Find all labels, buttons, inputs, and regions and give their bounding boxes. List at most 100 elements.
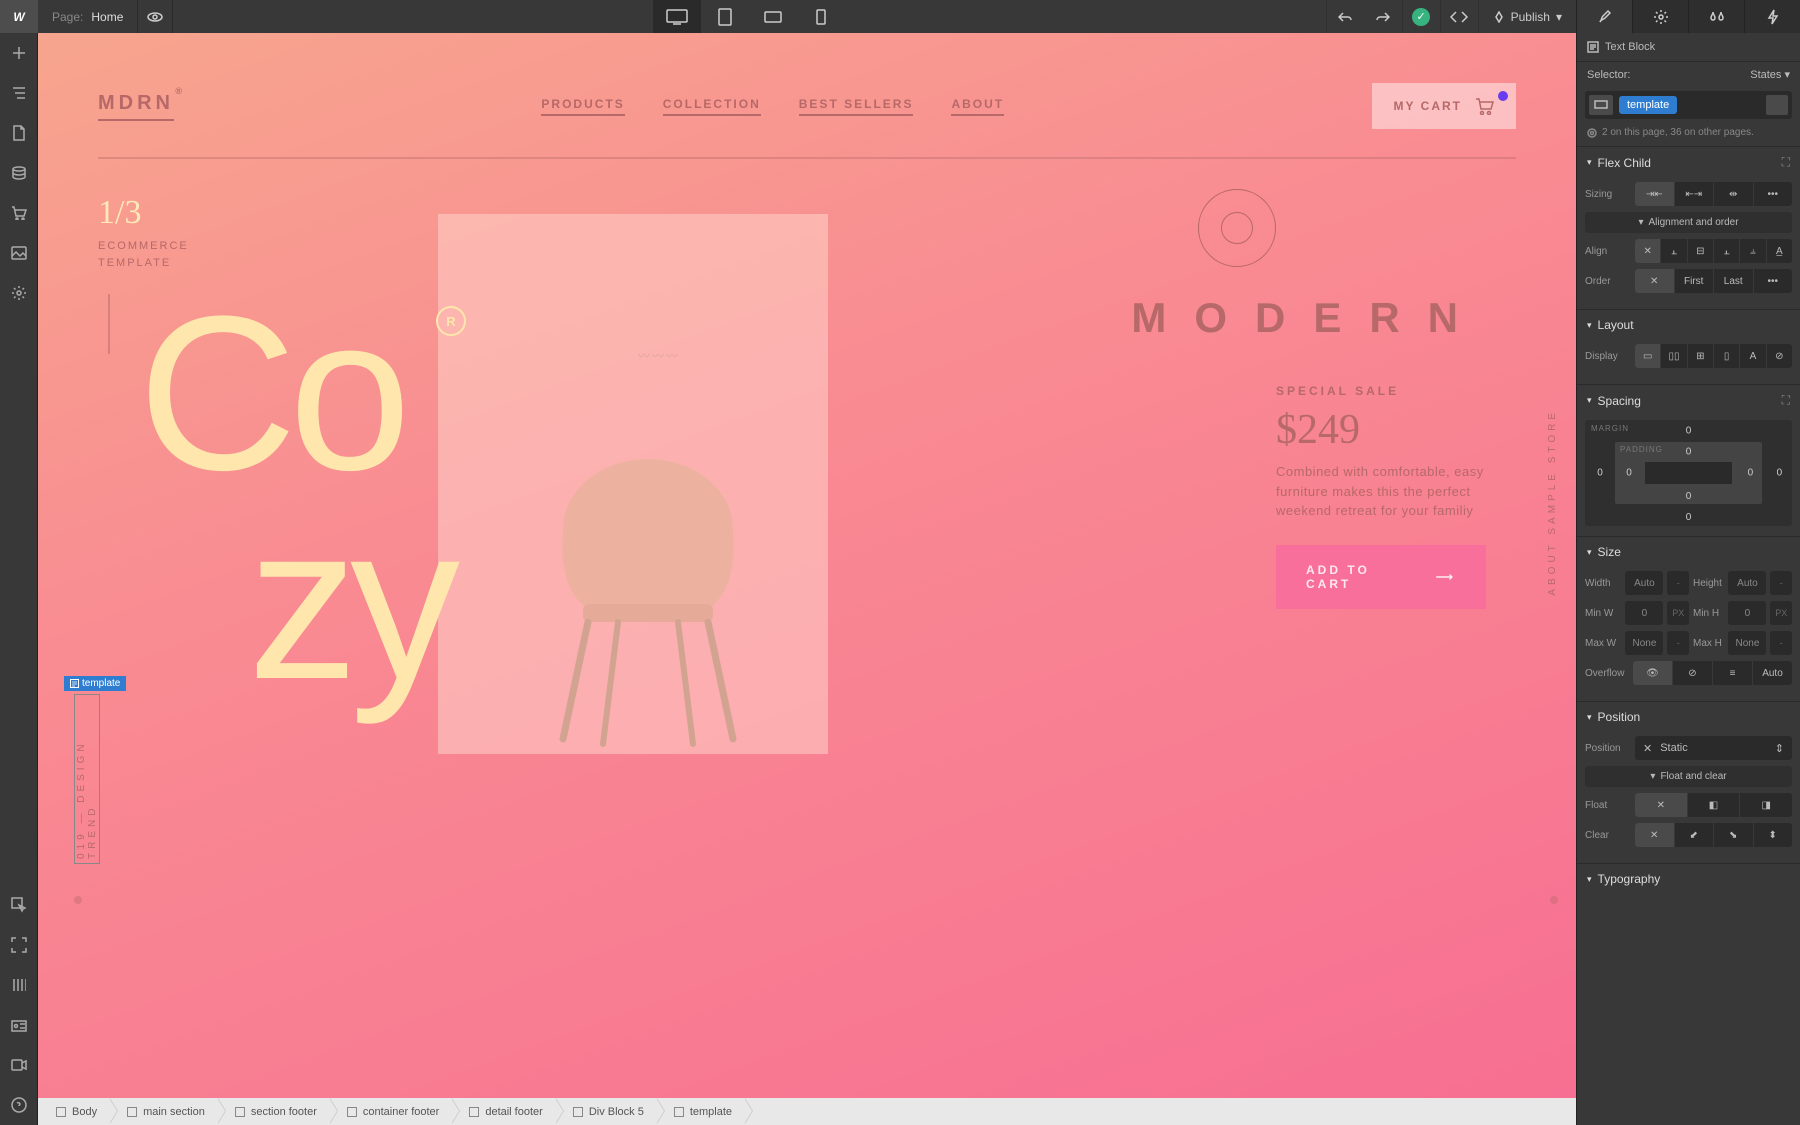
cart-button[interactable]: MY CART <box>1372 83 1516 129</box>
section-position[interactable]: ▾Position <box>1577 702 1800 732</box>
height-input[interactable]: Auto <box>1728 571 1766 595</box>
sizing-shrink[interactable]: ⇥⇤ <box>1635 182 1675 206</box>
interactions-tab[interactable] <box>1688 0 1744 33</box>
align-reset[interactable]: ✕ <box>1635 239 1661 263</box>
display-inline[interactable]: A <box>1740 344 1766 368</box>
device-desktop[interactable] <box>653 0 701 33</box>
page-name[interactable]: Home <box>91 10 137 24</box>
publish-button[interactable]: Publish ▾ <box>1478 0 1576 33</box>
crumb-body[interactable]: Body <box>38 1098 109 1125</box>
crumb-div-block[interactable]: Div Block 5 <box>555 1098 656 1125</box>
section-layout[interactable]: ▾Layout <box>1577 310 1800 340</box>
overflow-visible[interactable]: 👁 <box>1633 661 1673 685</box>
clear-left[interactable]: ⬋ <box>1675 823 1715 847</box>
grid-button[interactable] <box>0 965 38 1005</box>
style-tab[interactable] <box>1576 0 1632 33</box>
height-unit[interactable]: - <box>1770 571 1792 595</box>
crumb-section-footer[interactable]: section footer <box>217 1098 329 1125</box>
spacing-editor[interactable]: MARGIN 0 0 0 0 PADDING 0 0 0 0 <box>1585 420 1792 526</box>
redo-button[interactable] <box>1364 0 1402 33</box>
audit-button[interactable] <box>0 1005 38 1045</box>
overflow-auto[interactable]: Auto <box>1753 661 1792 685</box>
width-unit[interactable]: - <box>1667 571 1689 595</box>
clear-right[interactable]: ⬊ <box>1714 823 1754 847</box>
undo-button[interactable] <box>1326 0 1364 33</box>
minh-input[interactable]: 0 <box>1728 601 1766 625</box>
assets-button[interactable] <box>0 233 38 273</box>
maxh-input[interactable]: None <box>1728 631 1766 655</box>
device-tablet-landscape[interactable] <box>749 0 797 33</box>
float-clear-toggle[interactable]: ▾Float and clear <box>1585 766 1792 787</box>
settings-tab[interactable] <box>1632 0 1688 33</box>
crumb-detail-footer[interactable]: detail footer <box>451 1098 554 1125</box>
section-typography[interactable]: ▾Typography <box>1577 864 1800 894</box>
cms-button[interactable] <box>0 153 38 193</box>
display-inline-block[interactable]: ▯ <box>1714 344 1740 368</box>
nav-bestsellers[interactable]: BEST SELLERS <box>799 97 914 116</box>
minw-input[interactable]: 0 <box>1625 601 1663 625</box>
order-more[interactable]: ••• <box>1754 269 1793 293</box>
pager-left[interactable] <box>74 896 82 904</box>
ecommerce-button[interactable] <box>0 193 38 233</box>
help-button[interactable] <box>0 1085 38 1125</box>
align-end[interactable]: ⫠ <box>1714 239 1740 263</box>
expand-icon[interactable]: ⛶ <box>1782 155 1790 170</box>
display-grid[interactable]: ⊞ <box>1688 344 1714 368</box>
sizing-more[interactable]: ••• <box>1754 182 1793 206</box>
nav-collection[interactable]: COLLECTION <box>663 97 761 116</box>
minh-unit[interactable]: PX <box>1770 601 1792 625</box>
align-baseline[interactable]: A̲ <box>1767 239 1792 263</box>
display-flex[interactable]: ▯▯ <box>1661 344 1687 368</box>
align-stretch[interactable]: ⫨ <box>1740 239 1766 263</box>
float-left[interactable]: ◧ <box>1688 793 1741 817</box>
trend-vertical-text[interactable]: 019 — DESIGN TREND <box>74 694 100 864</box>
order-first[interactable]: First <box>1675 269 1715 293</box>
overflow-hidden[interactable]: ⊘ <box>1673 661 1713 685</box>
preview-toggle[interactable] <box>137 0 173 33</box>
effects-tab[interactable] <box>1744 0 1800 33</box>
canvas[interactable]: MDRN® PRODUCTS COLLECTION BEST SELLERS A… <box>38 33 1576 1125</box>
position-select[interactable]: ✕Static⇕ <box>1635 736 1792 760</box>
device-phone[interactable] <box>797 0 845 33</box>
device-tablet[interactable] <box>701 0 749 33</box>
float-right[interactable]: ◨ <box>1740 793 1792 817</box>
pager-right[interactable] <box>1550 896 1558 904</box>
expand-icon[interactable]: ⛶ <box>1782 393 1790 408</box>
sizing-none[interactable]: ⇹ <box>1714 182 1754 206</box>
settings-button[interactable] <box>0 273 38 313</box>
navigator-button[interactable] <box>0 73 38 113</box>
edit-mode-button[interactable] <box>0 885 38 925</box>
add-element-button[interactable] <box>0 33 38 73</box>
order-reset[interactable]: ✕ <box>1635 269 1675 293</box>
selector-device-icon[interactable] <box>1589 95 1613 115</box>
focus-button[interactable] <box>0 925 38 965</box>
align-center[interactable]: ⊟ <box>1688 239 1714 263</box>
clear-none[interactable]: ✕ <box>1635 823 1675 847</box>
minw-unit[interactable]: PX <box>1667 601 1689 625</box>
crumb-main-section[interactable]: main section <box>109 1098 217 1125</box>
overflow-scroll[interactable]: ≡ <box>1713 661 1753 685</box>
nav-about[interactable]: ABOUT <box>951 97 1004 116</box>
display-none[interactable]: ⊘ <box>1767 344 1792 368</box>
code-button[interactable] <box>1440 0 1478 33</box>
section-size[interactable]: ▾Size <box>1577 537 1800 567</box>
clear-both[interactable]: ⬍ <box>1754 823 1793 847</box>
crumb-template[interactable]: template <box>656 1098 744 1125</box>
align-order-toggle[interactable]: ▾Alignment and order <box>1585 212 1792 233</box>
section-spacing[interactable]: ▾Spacing⛶ <box>1577 385 1800 416</box>
display-block[interactable]: ▭ <box>1635 344 1661 368</box>
pages-button[interactable] <box>0 113 38 153</box>
video-button[interactable] <box>0 1045 38 1085</box>
states-dropdown[interactable]: States ▾ <box>1750 68 1790 81</box>
sizing-grow[interactable]: ⇤⇥ <box>1675 182 1715 206</box>
brand-logo[interactable]: MDRN® <box>98 92 174 121</box>
selector-menu[interactable] <box>1766 95 1788 115</box>
add-to-cart-button[interactable]: ADD TO CART ⟶ <box>1276 545 1486 609</box>
align-start[interactable]: ⫠ <box>1661 239 1687 263</box>
status-button[interactable]: ✓ <box>1402 0 1440 33</box>
class-chip[interactable]: template <box>1619 96 1677 114</box>
webflow-logo[interactable]: W <box>0 0 38 33</box>
maxw-input[interactable]: None <box>1625 631 1663 655</box>
order-last[interactable]: Last <box>1714 269 1754 293</box>
float-none[interactable]: ✕ <box>1635 793 1688 817</box>
